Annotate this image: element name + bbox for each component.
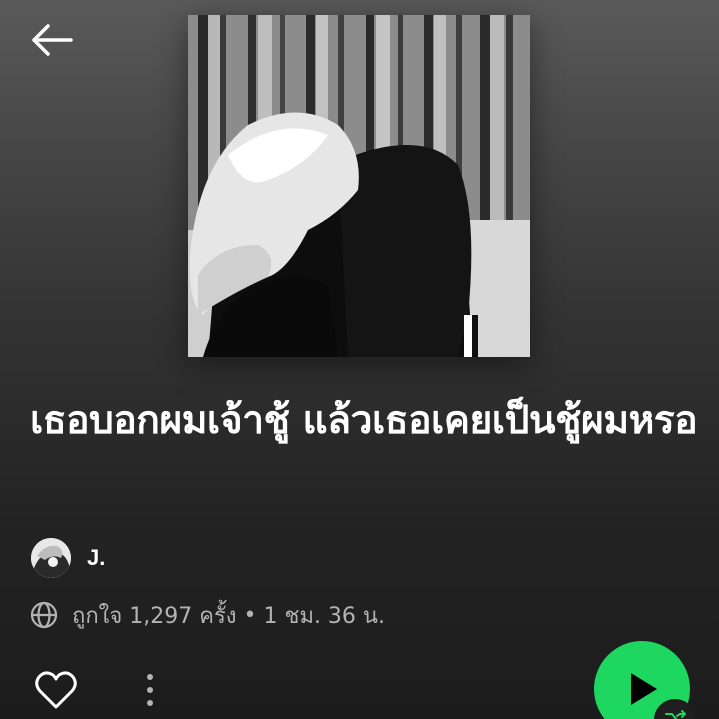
back-button[interactable]: [26, 18, 76, 62]
user-avatar[interactable]: [31, 538, 71, 578]
shuffle-icon: [665, 710, 686, 719]
playlist-meta: ถูกใจ 1,297 ครั้ง • 1 ชม. 36 น.: [30, 598, 385, 632]
globe-icon: [30, 601, 58, 629]
likes-count: ถูกใจ 1,297 ครั้ง: [72, 603, 237, 629]
playlist-title: เธอบอกผมเจ้าชู้ แล้วเธอเคยเป็นชู้ผมหรอ: [30, 398, 698, 443]
more-options-button[interactable]: [138, 667, 162, 713]
playlist-cover-image: [188, 15, 530, 357]
play-icon: [631, 673, 657, 705]
like-button[interactable]: [33, 667, 79, 713]
meta-separator: •: [243, 602, 257, 628]
more-vertical-icon: [147, 674, 153, 680]
arrow-left-icon: [32, 24, 73, 56]
shuffle-button[interactable]: [654, 699, 696, 719]
owner-name[interactable]: J.: [87, 545, 105, 571]
owner-row[interactable]: J.: [31, 537, 105, 579]
heart-outline-icon: [35, 671, 77, 709]
total-duration: 1 ชม. 36 น.: [263, 603, 385, 629]
